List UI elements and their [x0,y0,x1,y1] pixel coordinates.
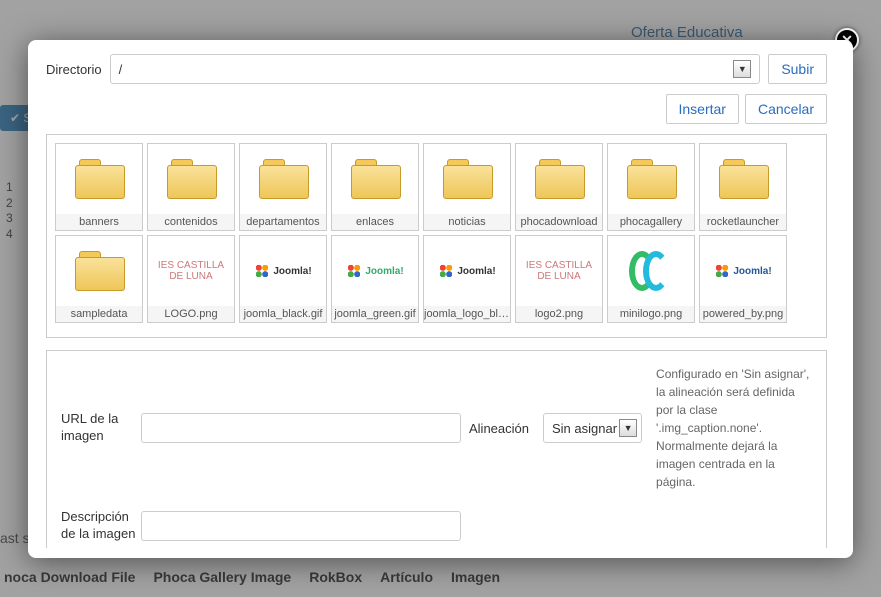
folder-icon [516,144,602,214]
file-label: joomla_green.gif [332,306,418,322]
folder-icon [700,144,786,214]
file-label: joomla_black.gif [240,306,326,322]
align-select[interactable]: Sin asignar ▼ [543,413,642,443]
modal-scroll[interactable]: Directorio / ▼ Subir Insertar Cancelar b… [46,54,835,548]
image-thumbnail: Joomla! [700,236,786,306]
file-item[interactable]: Joomla!powered_by.png [699,235,787,323]
image-thumbnail: IES CASTILLA DE LUNA [516,236,602,306]
up-button[interactable]: Subir [768,54,827,84]
folder-item[interactable]: departamentos [239,143,327,231]
image-properties-form: URL de la imagen Alineación Sin asignar … [46,350,827,548]
folder-icon [240,144,326,214]
image-thumbnail: IES CASTILLA DE LUNA [148,236,234,306]
description-label: Descripción de la imagen [61,509,141,543]
file-label: departamentos [240,214,326,230]
image-thumbnail: Joomla! [240,236,326,306]
folder-icon [332,144,418,214]
file-label: banners [56,214,142,230]
file-label: minilogo.png [608,306,694,322]
cancel-button[interactable]: Cancelar [745,94,827,124]
file-browser-panel[interactable]: banners contenidos departamentos enlaces not… [46,134,827,338]
image-manager-modal: Directorio / ▼ Subir Insertar Cancelar b… [28,40,853,558]
chevron-down-icon: ▼ [733,60,751,78]
url-input[interactable] [141,413,461,443]
file-item[interactable]: Joomla!joomla_logo_black.png [423,235,511,323]
folder-item[interactable]: phocagallery [607,143,695,231]
directory-label: Directorio [46,62,102,77]
file-label: rocketlauncher [700,214,786,230]
align-label: Alineación [469,421,543,436]
file-item[interactable]: Joomla!joomla_green.gif [331,235,419,323]
folder-icon [608,144,694,214]
description-input[interactable] [141,511,461,541]
folder-item[interactable]: noticias [423,143,511,231]
file-label: joomla_logo_black.png [424,306,510,322]
folder-icon [148,144,234,214]
chevron-down-icon: ▼ [619,419,637,437]
directory-select[interactable]: / ▼ [110,54,761,84]
folder-item[interactable]: phocadownload [515,143,603,231]
file-label: logo2.png [516,306,602,322]
folder-icon [424,144,510,214]
file-item[interactable]: Joomla!joomla_black.gif [239,235,327,323]
folder-icon [56,144,142,214]
file-label: enlaces [332,214,418,230]
url-label: URL de la imagen [61,411,141,445]
directory-value: / [119,62,123,77]
folder-item[interactable]: rocketlauncher [699,143,787,231]
file-item[interactable]: IES CASTILLA DE LUNALOGO.png [147,235,235,323]
file-item[interactable]: IES CASTILLA DE LUNAlogo2.png [515,235,603,323]
folder-icon [56,236,142,306]
folder-item[interactable]: contenidos [147,143,235,231]
folder-item[interactable]: banners [55,143,143,231]
align-help-text: Configurado en 'Sin asignar', la alineac… [656,365,812,491]
folder-item[interactable]: enlaces [331,143,419,231]
file-label: LOGO.png [148,306,234,322]
file-item[interactable]: minilogo.png [607,235,695,323]
folder-item[interactable]: sampledata [55,235,143,323]
file-label: phocagallery [608,214,694,230]
file-label: phocadownload [516,214,602,230]
insert-button[interactable]: Insertar [666,94,739,124]
image-thumbnail: Joomla! [332,236,418,306]
image-thumbnail: Joomla! [424,236,510,306]
file-label: noticias [424,214,510,230]
file-label: contenidos [148,214,234,230]
file-label: powered_by.png [700,306,786,322]
file-label: sampledata [56,306,142,322]
image-thumbnail [608,236,694,306]
